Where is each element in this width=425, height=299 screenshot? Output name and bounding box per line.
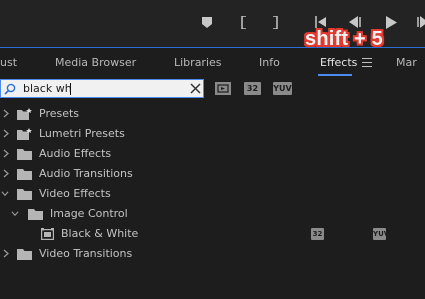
chevron-down-icon[interactable] — [11, 209, 19, 218]
search-field[interactable] — [0, 79, 204, 98]
active-tab-indicator — [318, 74, 352, 76]
tree-item-lumetri-presets[interactable]: Lumetri Presets — [0, 124, 425, 144]
tree-item-audio-transitions[interactable]: Audio Transitions — [0, 164, 425, 184]
play-icon[interactable] — [383, 14, 399, 30]
tree-item-label: Lumetri Presets — [39, 127, 125, 140]
search-icon — [4, 83, 16, 95]
tree-item-label: Image Control — [50, 207, 128, 220]
chevron-right-icon[interactable] — [2, 169, 10, 178]
folder-icon — [17, 189, 32, 200]
text-caret — [70, 83, 71, 95]
tab-libraries[interactable]: Libraries — [174, 56, 222, 70]
tree-item-label: Presets — [39, 107, 80, 120]
tree-item-video-transitions[interactable]: Video Transitions — [0, 244, 425, 264]
32-bit-indicator-icon: 32 — [311, 228, 324, 240]
mark-out-icon[interactable] — [267, 14, 283, 30]
chevron-right-icon[interactable] — [2, 149, 10, 158]
add-marker-icon[interactable] — [199, 14, 215, 30]
chevron-right-icon[interactable] — [2, 249, 10, 258]
folder-icon — [28, 209, 43, 220]
chevron-right-icon[interactable] — [2, 109, 10, 118]
effects-search-row: 32 YUV — [0, 77, 425, 102]
panel-tab-bar: ust Media Browser Libraries Info Effects… — [0, 47, 425, 77]
video-effect-icon — [41, 228, 54, 240]
preset-folder-icon — [17, 128, 32, 140]
tree-item-image-control[interactable]: Image Control — [0, 204, 425, 224]
tree-item-label: Video Transitions — [39, 247, 133, 260]
tree-item-label: Audio Effects — [39, 147, 112, 160]
folder-icon — [17, 169, 32, 180]
search-input[interactable] — [23, 81, 183, 96]
tab-effects[interactable]: Effects — [320, 56, 357, 70]
tab-adjust[interactable]: ust — [0, 56, 17, 70]
chevron-down-icon[interactable] — [1, 189, 9, 198]
effects-tree: Presets Lumetri Presets Audio Effects Au… — [0, 104, 425, 264]
preset-folder-icon — [17, 108, 32, 120]
tab-info[interactable]: Info — [259, 56, 280, 70]
mark-in-icon[interactable] — [236, 14, 252, 30]
tree-item-label: Video Effects — [39, 187, 111, 200]
yuv-indicator-icon: YUV — [373, 228, 390, 240]
tree-item-black-and-white[interactable]: Black & White 32 YUV — [0, 224, 425, 244]
tab-media-browser[interactable]: Media Browser — [55, 56, 136, 70]
folder-icon — [17, 149, 32, 160]
tree-item-audio-effects[interactable]: Audio Effects — [0, 144, 425, 164]
tree-item-presets[interactable]: Presets — [0, 104, 425, 124]
yuv-filter-button[interactable]: YUV — [273, 82, 292, 95]
panel-menu-icon[interactable] — [362, 58, 372, 67]
32-bit-filter-button[interactable]: 32 — [244, 82, 261, 95]
tree-item-label: Audio Transitions — [39, 167, 133, 180]
chevron-right-icon[interactable] — [2, 129, 10, 138]
tree-item-video-effects[interactable]: Video Effects — [0, 184, 425, 204]
step-forward-icon[interactable] — [414, 14, 425, 30]
folder-icon — [17, 249, 32, 260]
accelerated-effects-icon — [215, 82, 231, 95]
tree-item-label: Black & White — [61, 227, 139, 240]
accelerated-effects-filter-button[interactable] — [215, 82, 231, 95]
clear-search-icon[interactable] — [190, 83, 201, 94]
tab-markers[interactable]: Mar — [396, 56, 417, 70]
